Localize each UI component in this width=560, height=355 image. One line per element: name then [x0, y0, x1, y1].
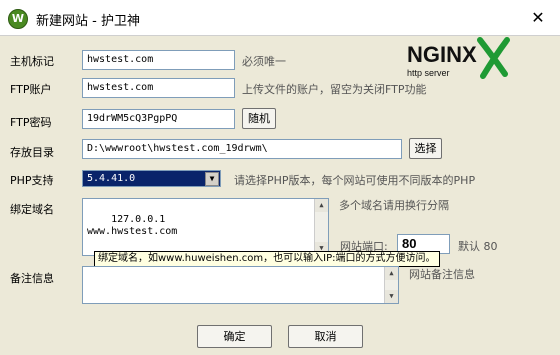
php-version-value: 5.4.41.0: [87, 173, 136, 184]
nginx-logo-tagline: http server: [407, 68, 450, 78]
nginx-logo: NGINX http server: [407, 37, 510, 79]
domain-label: 绑定域名: [10, 203, 54, 216]
button-bar: 确定 取消: [0, 318, 560, 355]
app-logo-icon: W: [8, 9, 28, 29]
window-title: 新建网站 - 护卫神: [36, 14, 140, 29]
host-input[interactable]: hwstest.com: [82, 50, 235, 70]
php-hint: 请选择PHP版本，每个网站可使用不同版本的PHP: [234, 174, 476, 187]
choose-dir-button[interactable]: 选择: [409, 138, 442, 159]
nginx-logo-text: NGINX: [407, 42, 477, 67]
notes-scrollbar[interactable]: ▲ ▼: [384, 267, 398, 303]
notes-label: 备注信息: [10, 272, 54, 285]
scroll-down-icon[interactable]: ▼: [385, 290, 398, 303]
title-bar: W 新建网站 - 护卫神 ✕: [0, 0, 560, 36]
domain-text: 127.0.0.1 www.hwstest.com: [87, 214, 178, 237]
port-hint: 默认 80: [458, 240, 498, 253]
dir-label: 存放目录: [10, 146, 54, 159]
notes-hint: 网站备注信息: [409, 268, 475, 281]
ftp-user-hint: 上传文件的账户，留空为关闭FTP功能: [242, 83, 427, 96]
domain-textarea[interactable]: 127.0.0.1 www.hwstest.com ▲ ▼: [82, 198, 329, 256]
dir-input[interactable]: D:\wwwroot\hwstest.com_19drwm\: [82, 139, 402, 159]
ftp-pass-label: FTP密码: [10, 116, 52, 129]
ftp-pass-input[interactable]: 19drWM5cQ3PgpPQ: [82, 109, 235, 129]
close-icon[interactable]: ✕: [516, 0, 560, 36]
ftp-user-label: FTP账户: [10, 83, 52, 96]
scroll-up-icon[interactable]: ▲: [315, 199, 328, 212]
new-site-dialog: W 新建网站 - 护卫神 ✕ NGINX http server 主机标记 hw…: [0, 0, 560, 355]
domain-hint: 多个域名请用换行分隔: [339, 199, 449, 212]
domain-scrollbar[interactable]: ▲ ▼: [314, 199, 328, 255]
php-label: PHP支持: [10, 174, 54, 187]
cancel-button[interactable]: 取消: [288, 325, 363, 348]
php-version-select[interactable]: 5.4.41.0 ▼: [82, 170, 221, 187]
ftp-user-input[interactable]: hwstest.com: [82, 78, 235, 98]
random-button[interactable]: 随机: [242, 108, 276, 129]
ok-button[interactable]: 确定: [197, 325, 272, 348]
host-hint: 必须唯一: [242, 55, 286, 68]
scroll-up-icon[interactable]: ▲: [385, 267, 398, 280]
notes-textarea[interactable]: ▲ ▼: [82, 266, 399, 304]
domain-tooltip: 绑定域名，如www.huweishen.com，也可以输入IP:端口的方式方便访…: [94, 251, 440, 267]
chevron-down-icon[interactable]: ▼: [205, 172, 219, 186]
host-label: 主机标记: [10, 55, 54, 68]
